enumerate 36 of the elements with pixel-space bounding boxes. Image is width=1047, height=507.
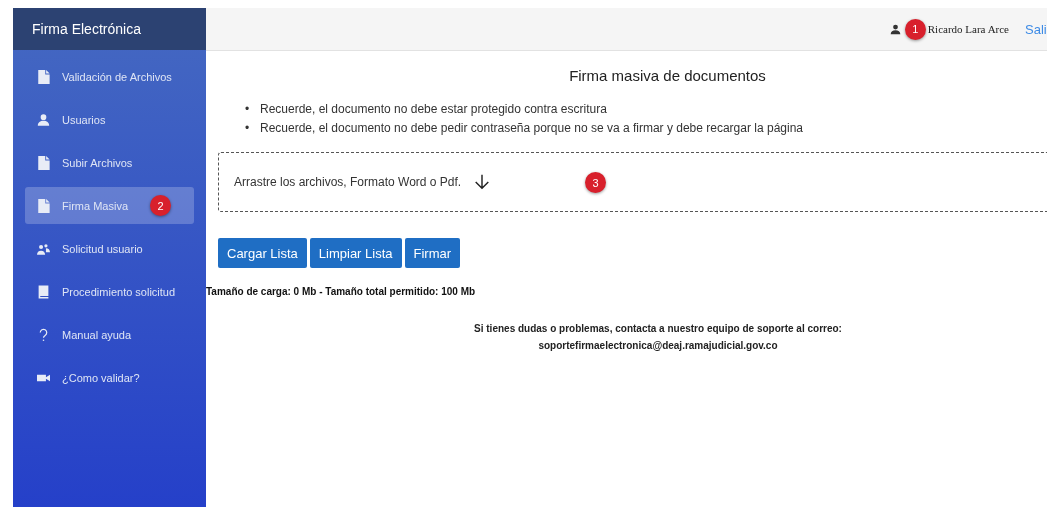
brand-title: Firma Electrónica [13, 8, 206, 50]
sidebar-item[interactable]: Procedimiento solicitud [25, 273, 194, 310]
sidebar-item[interactable]: Manual ayuda [25, 316, 194, 353]
document-icon [37, 198, 50, 213]
sidebar-item[interactable]: Subir Archivos [25, 144, 194, 181]
action-button[interactable]: Limpiar Lista [309, 238, 402, 268]
support-text: Si tienes dudas o problemas, contacta a nuestro equipo de soporte al correo: [473, 322, 843, 336]
sidebar-item[interactable]: Usuarios [25, 101, 194, 138]
number-badge: 2 [150, 195, 171, 216]
users-icon [37, 241, 50, 256]
book-icon [37, 284, 50, 299]
upload-size-text: Tamaño de carga: 0 Mb - Tamaño total permitido: 100 Mb [206, 286, 477, 297]
user-name: Ricardo Lara Arce [927, 23, 1009, 35]
document-icon [37, 69, 50, 84]
note-text: Recuerde, el documento no debe pedir contraseña porque no se va a firmar y debe recargar la página [260, 121, 803, 135]
note-text: Recuerde, el documento no debe estar protegido contra escritura [260, 102, 607, 116]
drop-zone[interactable]: Arrastre los archivos, Formato Word o Pdf. 3 [218, 152, 1047, 212]
drop-zone-text: Arrastre los archivos, Formato Word o Pdf. [234, 175, 462, 189]
bullet: • [245, 101, 251, 118]
sidebar-item[interactable]: ¿Como validar? [25, 359, 194, 396]
sidebar-item[interactable]: Solicitud usuario [25, 230, 194, 267]
page-title: Firma masiva de documentos [568, 67, 767, 84]
action-button[interactable]: Firmar [404, 238, 461, 268]
user-icon [889, 23, 901, 35]
sidebar-item[interactable]: Validación de Archivos [25, 58, 194, 95]
action-button[interactable]: Cargar Lista [218, 238, 307, 268]
sidebar-item[interactable]: Firma Masiva 2 [25, 187, 194, 224]
support-text: soportefirmaelectronica@deaj.ramajudicial.gov.co [537, 339, 779, 353]
logout-link[interactable]: Sali [1025, 21, 1047, 37]
user-icon [37, 112, 50, 127]
document-icon [37, 155, 50, 170]
number-badge: 3 [585, 172, 606, 193]
down-arrow-icon [473, 173, 492, 191]
bullet: • [245, 120, 251, 137]
number-badge: 1 [904, 18, 926, 40]
question-icon [37, 327, 50, 342]
